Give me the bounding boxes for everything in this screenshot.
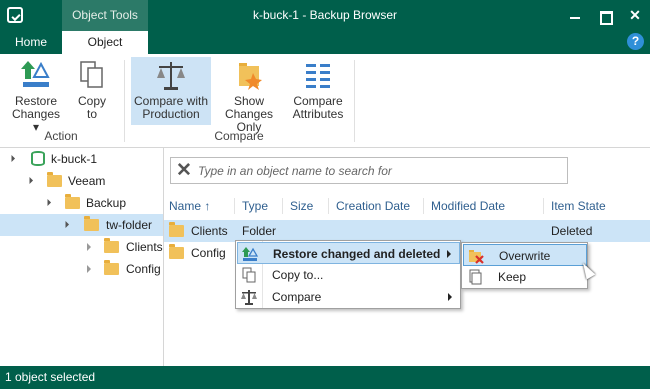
sort-ascending-icon: ↑ <box>204 199 211 213</box>
submenu-arrow-icon <box>448 293 452 301</box>
submenu-arrow-icon <box>447 250 451 258</box>
ribbon: Restore Changes ▾ Copy to Action Compare… <box>0 54 650 148</box>
overwrite-icon <box>468 248 484 264</box>
table-row[interactable]: Clients Folder Deleted <box>164 220 650 242</box>
menu-item-label: Keep <box>498 270 527 284</box>
restore-submenu: Overwrite Keep <box>461 242 588 289</box>
tab-object[interactable]: Object <box>62 31 148 54</box>
title-bar: Object Tools k-buck-1 - Backup Browser ✕ <box>0 0 650 31</box>
tree-item-label: tw-folder <box>106 218 153 232</box>
tab-home[interactable]: Home <box>0 31 62 54</box>
folder-icon <box>169 222 184 237</box>
restore-changes-icon <box>242 246 259 262</box>
show-changes-only-button[interactable]: Show Changes Only <box>213 57 285 134</box>
expand-icon[interactable] <box>25 176 34 185</box>
restore-changes-label: Restore Changes ▾ <box>11 94 61 134</box>
folder-icon <box>84 216 99 231</box>
ribbon-separator <box>124 60 125 142</box>
column-divider[interactable] <box>328 198 329 214</box>
object-tools-header: Object Tools <box>62 0 148 31</box>
keep-icon <box>467 269 483 285</box>
tree-item-label: Config <box>126 262 161 276</box>
copy-to-button[interactable]: Copy to <box>70 57 114 125</box>
column-type[interactable]: Type <box>242 199 268 213</box>
column-item-state[interactable]: Item State <box>551 199 606 213</box>
column-modified-date[interactable]: Modified Date <box>431 199 505 213</box>
tree-item-config[interactable]: Config <box>0 258 163 280</box>
database-icon <box>31 151 45 166</box>
column-name[interactable]: Name ↑ <box>169 199 210 213</box>
tree-item-label: Veeam <box>68 174 106 188</box>
column-divider[interactable] <box>282 198 283 214</box>
folder-icon <box>169 244 184 259</box>
search-input[interactable] <box>198 161 558 180</box>
maximize-icon[interactable] <box>590 0 620 31</box>
column-divider[interactable] <box>234 198 235 214</box>
tree-item-tw-folder[interactable]: tw-folder <box>0 214 163 236</box>
tree-item-label: k-buck-1 <box>51 152 98 166</box>
column-divider[interactable] <box>423 198 424 214</box>
menu-item-label: Copy to... <box>272 268 324 282</box>
search-box: ✕ <box>170 157 568 184</box>
menu-item-overwrite[interactable]: Overwrite <box>463 244 587 266</box>
menu-item-restore-changed-and-deleted[interactable]: Restore changed and deleted <box>237 242 460 264</box>
cell-item-state: Deleted <box>551 224 593 238</box>
compare-attributes-button[interactable]: Compare Attributes <box>289 57 347 125</box>
copy-icon <box>76 59 108 93</box>
folder-icon <box>65 194 80 209</box>
compare-attributes-label: Compare Attributes <box>292 94 344 121</box>
ribbon-group-compare: Compare <box>214 129 264 143</box>
collapse-icon[interactable] <box>87 265 91 273</box>
copy-icon <box>241 267 257 283</box>
tree-item-k-buck-1[interactable]: k-buck-1 <box>0 148 163 170</box>
expand-icon[interactable] <box>61 220 70 229</box>
close-icon[interactable]: ✕ <box>620 0 650 31</box>
folder-icon <box>47 172 62 187</box>
context-menu: Restore changed and deleted Copy to... C… <box>235 240 461 309</box>
show-changes-only-label: Show Changes Only <box>224 94 274 134</box>
restore-changes-button[interactable]: Restore Changes ▾ <box>8 57 64 134</box>
tree-item-backup[interactable]: Backup <box>0 192 163 214</box>
tree-item-label: Backup <box>86 196 127 210</box>
show-changes-icon <box>233 59 265 93</box>
clear-search-icon[interactable]: ✕ <box>176 161 192 180</box>
tree-item-veeam[interactable]: Veeam <box>0 170 163 192</box>
menu-item-label: Compare <box>272 290 322 304</box>
status-bar: 1 object selected <box>0 366 650 389</box>
ribbon-group-action: Action <box>44 129 78 143</box>
restore-changes-icon <box>20 59 52 93</box>
cell-type: Folder <box>242 224 277 238</box>
compare-attributes-icon <box>302 59 334 93</box>
backup-tree: k-buck-1 Veeam Backup tw-folder Clients … <box>0 148 164 366</box>
menu-item-keep[interactable]: Keep <box>463 266 587 288</box>
cell-name: Config <box>191 246 226 260</box>
column-label: Name <box>169 199 202 213</box>
folder-icon <box>104 238 119 253</box>
column-size[interactable]: Size <box>290 199 313 213</box>
compare-with-production-button[interactable]: Compare with Production <box>131 57 211 125</box>
column-divider[interactable] <box>543 198 544 214</box>
expand-icon[interactable] <box>43 198 52 207</box>
expand-icon[interactable] <box>7 154 16 163</box>
scales-icon <box>155 59 187 93</box>
cell-name: Clients <box>191 224 228 238</box>
grid-header: Name ↑ Type Size Creation Date Modified … <box>164 196 650 218</box>
ribbon-separator <box>354 60 355 142</box>
veeam-app-icon <box>7 7 23 23</box>
copy-to-label: Copy to <box>77 94 106 121</box>
menu-item-compare[interactable]: Compare <box>237 286 460 308</box>
menu-item-label: Overwrite <box>499 249 551 263</box>
menu-item-label: Restore changed and deleted <box>273 247 441 261</box>
column-creation-date[interactable]: Creation Date <box>336 199 410 213</box>
folder-icon <box>104 260 119 275</box>
ribbon-tab-bar: Home Object ? <box>0 31 650 54</box>
help-icon[interactable]: ? <box>627 33 644 50</box>
minimize-icon[interactable] <box>560 0 590 31</box>
scales-icon <box>241 289 257 305</box>
compare-with-production-label: Compare with Production <box>133 94 209 121</box>
tree-item-clients[interactable]: Clients <box>0 236 163 258</box>
tree-item-label: Clients <box>126 240 163 254</box>
collapse-icon[interactable] <box>87 243 91 251</box>
menu-item-copy-to[interactable]: Copy to... <box>237 264 460 286</box>
